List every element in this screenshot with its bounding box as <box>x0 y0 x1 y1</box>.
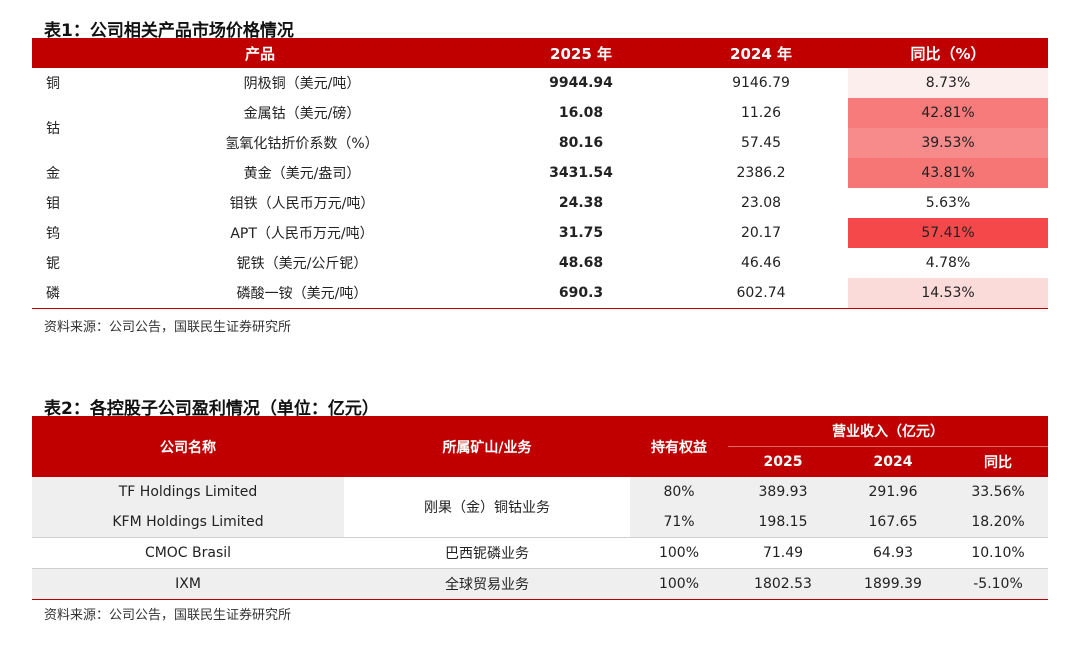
revenue-2024-cell: 64.93 <box>838 537 948 569</box>
header-yoy: 同比 <box>948 446 1049 477</box>
product-cell: 黄金（美元/盎司） <box>243 166 361 182</box>
value-2024-cell: 2386.2 <box>736 165 786 181</box>
revenue-2025-cell: 1802.53 <box>728 568 838 600</box>
yoy-cell: 42.81% <box>848 98 1049 128</box>
header-yoy: 同比（%） <box>848 38 1049 68</box>
yoy-cell: 39.53% <box>848 128 1049 158</box>
product-cell: 金属钴（美元/磅） <box>243 106 361 122</box>
yoy-cell: 14.53% <box>848 278 1049 309</box>
product-cell: 钼铁（人民币万元/吨） <box>229 196 375 212</box>
header-company: 公司名称 <box>32 416 344 477</box>
table-header-row: 公司名称 所属矿山/业务 持有权益 营业收入（亿元） <box>32 416 1049 477</box>
table-row: TF Holdings Limited 刚果（金）铜钴业务 80% 389.93… <box>32 477 1049 538</box>
table-row: 磷 磷酸一铵（美元/吨） 690.3 602.74 14.53% <box>32 278 1049 309</box>
stake-cell: 80% <box>630 477 728 507</box>
table-row: 钨 APT（人民币万元/吨） 31.75 20.17 57.41% <box>32 218 1049 248</box>
yoy-cell: 57.41% <box>848 218 1049 248</box>
value-2025-cell: 80.16 <box>558 135 604 151</box>
table-row: CMOC Brasil 巴西铌磷业务 100% 71.49 64.93 10.1… <box>32 537 1049 569</box>
metal-cell: 铌 <box>46 256 60 272</box>
yoy-cell: 8.73% <box>848 68 1049 98</box>
product-cell: 铌铁（美元/公斤铌） <box>236 256 368 272</box>
business-cell: 全球贸易业务 <box>344 568 630 600</box>
subsidiary-profit-table: 公司名称 所属矿山/业务 持有权益 营业收入（亿元） 2025 2024 同比 … <box>32 416 1049 600</box>
value-2024-cell: 11.26 <box>740 105 782 121</box>
yoy-cell: 43.81% <box>848 158 1049 188</box>
metal-cell: 钴 <box>46 121 60 137</box>
value-2025-cell: 48.68 <box>558 255 604 271</box>
product-cell: 磷酸一铵（美元/吨） <box>116 278 489 309</box>
revenue-2024-cell: 167.65 <box>838 507 948 538</box>
table1-source-note: 资料来源：公司公告，国联民生证券研究所 <box>44 320 292 335</box>
stake-cell: 100% <box>630 568 728 600</box>
company-cell: KFM Holdings Limited <box>32 507 344 538</box>
value-2024-cell: 46.46 <box>740 255 782 271</box>
header-business: 所属矿山/业务 <box>344 416 630 477</box>
value-2025-cell: 3431.54 <box>549 165 613 181</box>
revenue-2025-cell: 389.93 <box>728 477 838 507</box>
revenue-yoy-cell: 10.10% <box>948 537 1049 569</box>
value-2025-cell: 31.75 <box>558 225 604 241</box>
table2-source-note: 资料来源：公司公告，国联民生证券研究所 <box>44 608 292 623</box>
table-row: 金 黄金（美元/盎司） 3431.54 2386.2 43.81% <box>32 158 1049 188</box>
stake-cell: 100% <box>630 537 728 569</box>
revenue-2024-cell: 1899.39 <box>838 568 948 600</box>
table-row: 铌 铌铁（美元/公斤铌） 48.68 46.46 4.78% <box>32 248 1049 278</box>
revenue-2025-cell: 71.49 <box>728 537 838 569</box>
product-cell: APT（人民币万元/吨） <box>230 226 374 242</box>
revenue-yoy-cell: -5.10% <box>948 568 1049 600</box>
metal-cell: 钨 <box>46 226 60 242</box>
table-row: 氢氧化钴折价系数（%） 80.16 57.45 39.53% <box>32 128 1049 158</box>
header-2024: 2024 <box>838 446 948 477</box>
value-2025-cell: 24.38 <box>558 195 604 211</box>
value-2024-cell: 602.74 <box>674 278 849 309</box>
header-2025: 2025 <box>728 446 838 477</box>
value-2024-cell: 23.08 <box>740 195 782 211</box>
business-cell: 刚果（金）铜钴业务 <box>344 477 630 538</box>
header-2024: 2024 年 <box>674 38 849 68</box>
revenue-yoy-cell: 18.20% <box>948 507 1049 538</box>
value-2025-cell: 9944.94 <box>549 75 613 91</box>
table-row: 钼 钼铁（人民币万元/吨） 24.38 23.08 5.63% <box>32 188 1049 218</box>
value-2025-cell: 16.08 <box>558 105 604 121</box>
metal-cell: 金 <box>46 166 60 182</box>
header-stake: 持有权益 <box>630 416 728 477</box>
stake-cell: 71% <box>630 507 728 538</box>
table-row: 铜 阴极铜（美元/吨） 9944.94 9146.79 8.73% <box>32 68 1049 98</box>
metal-cell: 磷 <box>32 278 116 309</box>
header-product: 产品 <box>32 38 489 68</box>
value-2025-cell: 690.3 <box>488 278 675 309</box>
metal-cell: 铜 <box>46 76 60 92</box>
revenue-2025-cell: 198.15 <box>728 507 838 538</box>
company-cell: IXM <box>32 568 344 600</box>
table-row: 钴 金属钴（美元/磅） 16.08 11.26 42.81% <box>32 98 1049 137</box>
price-table: 产品 2025 年 2024 年 同比（%） 铜 阴极铜（美元/吨） 9944.… <box>32 38 1049 309</box>
table-row: IXM 全球贸易业务 100% 1802.53 1899.39 -5.10% <box>32 568 1049 600</box>
header-2025: 2025 年 <box>488 38 675 68</box>
header-revenue-group: 营业收入（亿元） <box>728 416 1049 447</box>
business-cell: 巴西铌磷业务 <box>344 537 630 569</box>
company-cell: TF Holdings Limited <box>32 477 344 507</box>
revenue-2024-cell: 291.96 <box>838 477 948 507</box>
product-cell: 阴极铜（美元/吨） <box>243 76 361 92</box>
metal-cell: 钼 <box>46 196 60 212</box>
company-cell: CMOC Brasil <box>32 537 344 569</box>
yoy-cell: 4.78% <box>848 248 1049 278</box>
yoy-cell: 5.63% <box>848 188 1049 218</box>
table-header-row: 产品 2025 年 2024 年 同比（%） <box>32 38 1049 68</box>
product-cell: 氢氧化钴折价系数（%） <box>225 136 379 152</box>
value-2024-cell: 57.45 <box>740 135 782 151</box>
revenue-yoy-cell: 33.56% <box>948 477 1049 507</box>
value-2024-cell: 9146.79 <box>732 75 790 91</box>
value-2024-cell: 20.17 <box>740 225 782 241</box>
